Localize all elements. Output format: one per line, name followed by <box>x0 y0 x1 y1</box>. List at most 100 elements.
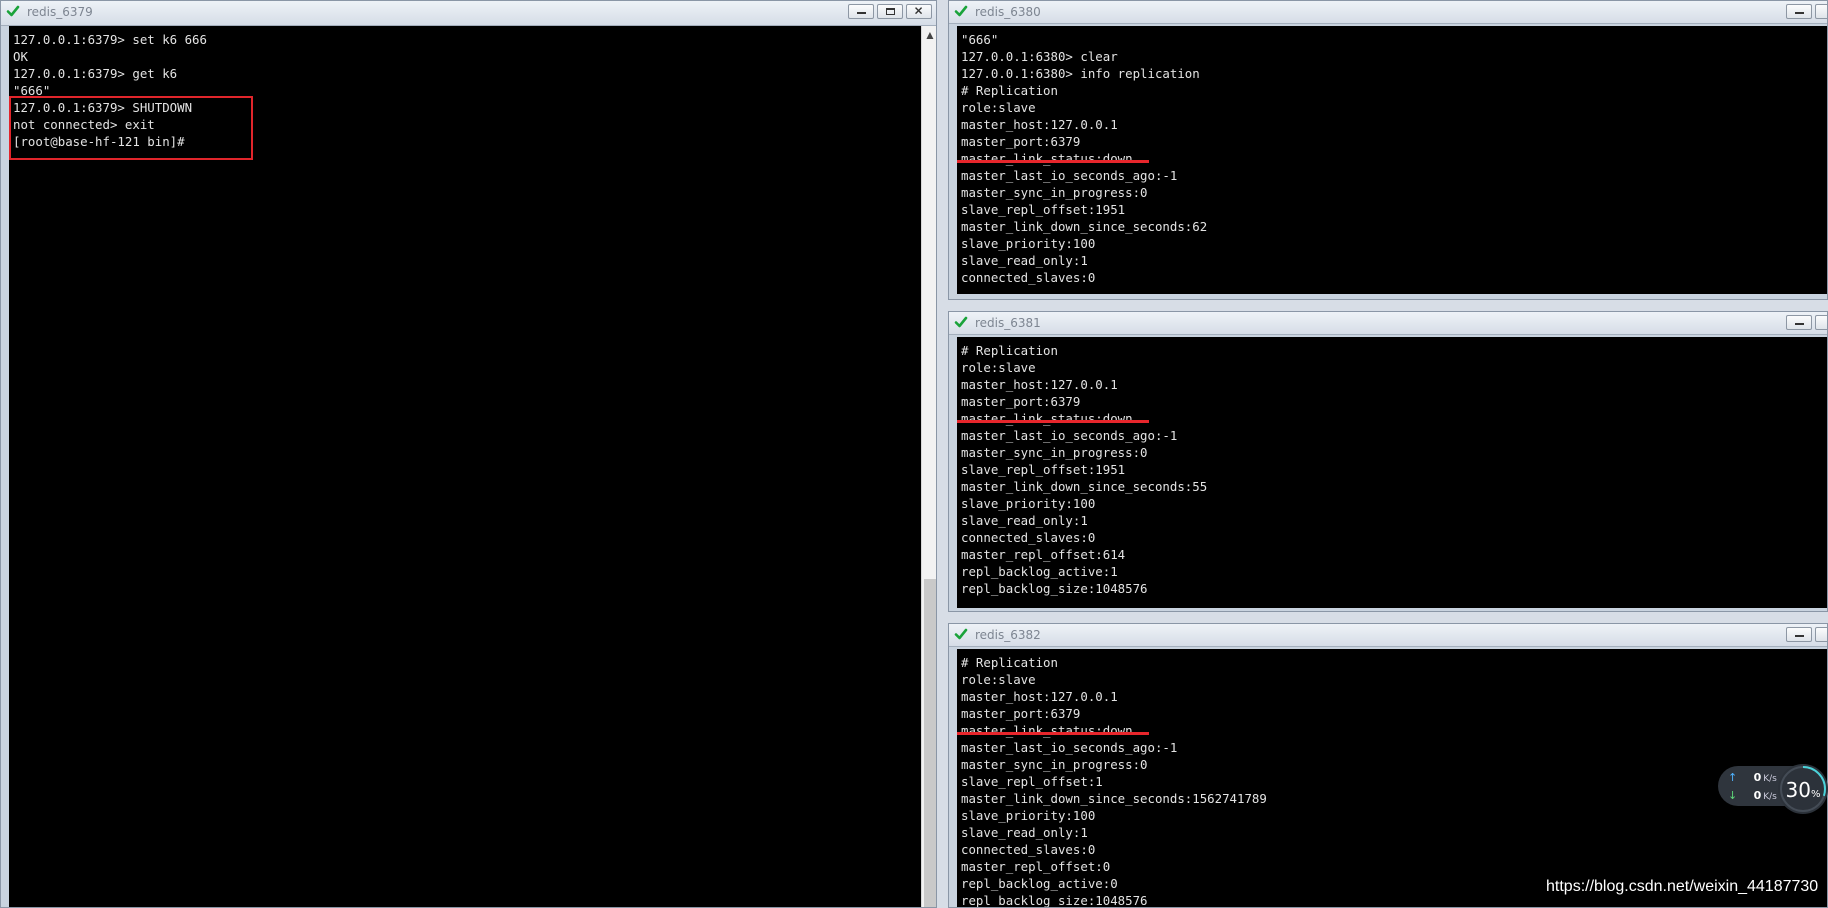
scroll-up-arrow-icon[interactable]: ▲ <box>922 28 936 42</box>
terminal-line: slave_repl_offset:1951 <box>961 462 1126 477</box>
terminal-output[interactable]: 127.0.0.1:6379> set k6 666 OK 127.0.0.1:63… <box>9 26 921 907</box>
terminal-line: master_link_down_since_seconds:156274178… <box>961 791 1267 806</box>
terminal-line: OK <box>13 49 28 64</box>
terminal-output[interactable]: # Replication role:slave master_host:127.0… <box>957 337 1827 608</box>
window-title: redis_6380 <box>975 5 1041 19</box>
usage-value: 30 <box>1785 778 1811 802</box>
terminal-line: 127.0.0.1:6380> info replication <box>961 66 1200 81</box>
watermark: https://blog.csdn.net/weixin_44187730 <box>1546 878 1819 895</box>
terminal-line: slave_priority:100 <box>961 236 1096 251</box>
usage-text: 30% <box>1778 778 1828 802</box>
terminal-line: slave_read_only:1 <box>961 825 1088 840</box>
maximize-button[interactable] <box>1815 627 1827 642</box>
terminal-line: "666" <box>961 32 999 47</box>
maximize-button[interactable] <box>1815 4 1827 19</box>
terminal-output[interactable]: # Replication role:slave master_host:127.0… <box>957 649 1827 907</box>
terminal-line: master_port:6379 <box>961 394 1081 409</box>
terminal-line: slave_read_only:1 <box>961 513 1088 528</box>
upload-unit: K/s <box>1763 774 1777 784</box>
title-bar[interactable]: redis_6380 <box>949 1 1827 24</box>
upload-value: 0 <box>1753 771 1762 784</box>
usage-unit: % <box>1810 789 1821 800</box>
terminal-line: master_link_status:down <box>961 151 1133 166</box>
download-arrow-icon: ↓ <box>1728 789 1738 802</box>
window-controls <box>1786 627 1827 642</box>
download-unit: K/s <box>1763 792 1777 802</box>
upload-speed: ↑ 0 K/s <box>1728 771 1777 784</box>
terminal-line: master_sync_in_progress:0 <box>961 445 1148 460</box>
terminal-line: master_port:6379 <box>961 134 1081 149</box>
link-status-underline <box>957 160 1149 163</box>
terminal-window-redis-6381[interactable]: redis_6381 # Replication role:slave master… <box>948 311 1828 612</box>
terminal-line: slave_repl_offset:1 <box>961 774 1103 789</box>
terminal-line: master_host:127.0.0.1 <box>961 377 1118 392</box>
close-button[interactable] <box>906 4 932 19</box>
window-title: redis_6379 <box>27 5 93 19</box>
minimize-icon <box>1795 12 1804 14</box>
terminal-line: 127.0.0.1:6379> set k6 666 <box>13 32 207 47</box>
title-bar[interactable]: redis_6381 <box>949 312 1827 335</box>
title-bar[interactable]: redis_6382 <box>949 624 1827 647</box>
terminal-lines: # Replication role:slave master_host:127.0… <box>961 342 1207 597</box>
window-title: redis_6382 <box>975 628 1041 642</box>
link-status-underline <box>957 732 1149 735</box>
window-title: redis_6381 <box>975 316 1041 330</box>
terminal-line: master_repl_offset:614 <box>961 547 1126 562</box>
terminal-line: master_link_down_since_seconds:55 <box>961 479 1208 494</box>
terminal-line: repl_backlog_size:1048576 <box>961 581 1148 596</box>
download-speed: ↓ 0 K/s <box>1728 789 1777 802</box>
terminal-window-redis-6379[interactable]: redis_6379 127.0.0.1:6379> set k6 666 OK 1… <box>0 0 937 908</box>
terminal-line: connected_slaves:0 <box>961 530 1096 545</box>
terminal-line: master_host:127.0.0.1 <box>961 689 1118 704</box>
terminal-line: master_last_io_seconds_ago:-1 <box>961 428 1178 443</box>
scrollbar-thumb[interactable] <box>924 579 936 907</box>
link-status-underline <box>957 420 1149 423</box>
terminal-line: role:slave <box>961 100 1036 115</box>
terminal-line: master_link_down_since_seconds:62 <box>961 219 1208 234</box>
terminal-line: role:slave <box>961 672 1036 687</box>
close-icon <box>915 7 923 15</box>
terminal-window-redis-6380[interactable]: redis_6380 "666" 127.0.0.1:6380> clear 127… <box>948 0 1828 300</box>
download-value: 0 <box>1753 789 1762 802</box>
connected-check-icon <box>954 316 968 328</box>
terminal-line: repl_backlog_active:0 <box>961 876 1118 891</box>
network-speed-widget[interactable]: ↑ 0 K/s ↓ 0 K/s 30% <box>1718 764 1828 814</box>
terminal-line: slave_read_only:1 <box>961 253 1088 268</box>
vertical-scrollbar[interactable]: ▲ <box>921 26 936 907</box>
terminal-output[interactable]: "666" 127.0.0.1:6380> clear 127.0.0.1:6380… <box>957 26 1827 294</box>
connected-check-icon <box>6 5 20 17</box>
maximize-button[interactable] <box>877 4 903 19</box>
usage-gauge[interactable]: 30% <box>1778 764 1828 814</box>
minimize-button[interactable] <box>848 4 874 19</box>
minimize-button[interactable] <box>1786 315 1812 330</box>
terminal-line: connected_slaves:0 <box>961 842 1096 857</box>
terminal-line: master_link_status:down <box>961 723 1133 738</box>
maximize-button[interactable] <box>1815 315 1827 330</box>
minimize-button[interactable] <box>1786 627 1812 642</box>
terminal-line: master_sync_in_progress:0 <box>961 185 1148 200</box>
window-controls <box>848 4 932 19</box>
minimize-icon <box>1795 323 1804 325</box>
shutdown-highlight-box <box>9 96 253 160</box>
terminal-line: # Replication <box>961 83 1058 98</box>
minimize-button[interactable] <box>1786 4 1812 19</box>
terminal-line: 127.0.0.1:6380> clear <box>961 49 1118 64</box>
terminal-line: master_port:6379 <box>961 706 1081 721</box>
connected-check-icon <box>954 628 968 640</box>
terminal-line: master_link_status:down <box>961 411 1133 426</box>
title-bar[interactable]: redis_6379 <box>1 1 936 26</box>
terminal-line: master_last_io_seconds_ago:-1 <box>961 168 1178 183</box>
terminal-line: master_host:127.0.0.1 <box>961 117 1118 132</box>
terminal-line: 127.0.0.1:6379> get k6 <box>13 66 178 81</box>
minimize-icon <box>857 12 866 14</box>
terminal-line: slave_repl_offset:1951 <box>961 202 1126 217</box>
terminal-line: # Replication <box>961 655 1058 670</box>
upload-arrow-icon: ↑ <box>1728 771 1738 784</box>
terminal-lines: "666" 127.0.0.1:6380> clear 127.0.0.1:6380… <box>961 31 1207 286</box>
maximize-icon <box>886 8 895 15</box>
terminal-line: master_last_io_seconds_ago:-1 <box>961 740 1178 755</box>
terminal-line: # Replication <box>961 343 1058 358</box>
minimize-icon <box>1795 635 1804 637</box>
terminal-window-redis-6382[interactable]: redis_6382 # Replication role:slave master… <box>948 623 1828 908</box>
terminal-line: role:slave <box>961 360 1036 375</box>
